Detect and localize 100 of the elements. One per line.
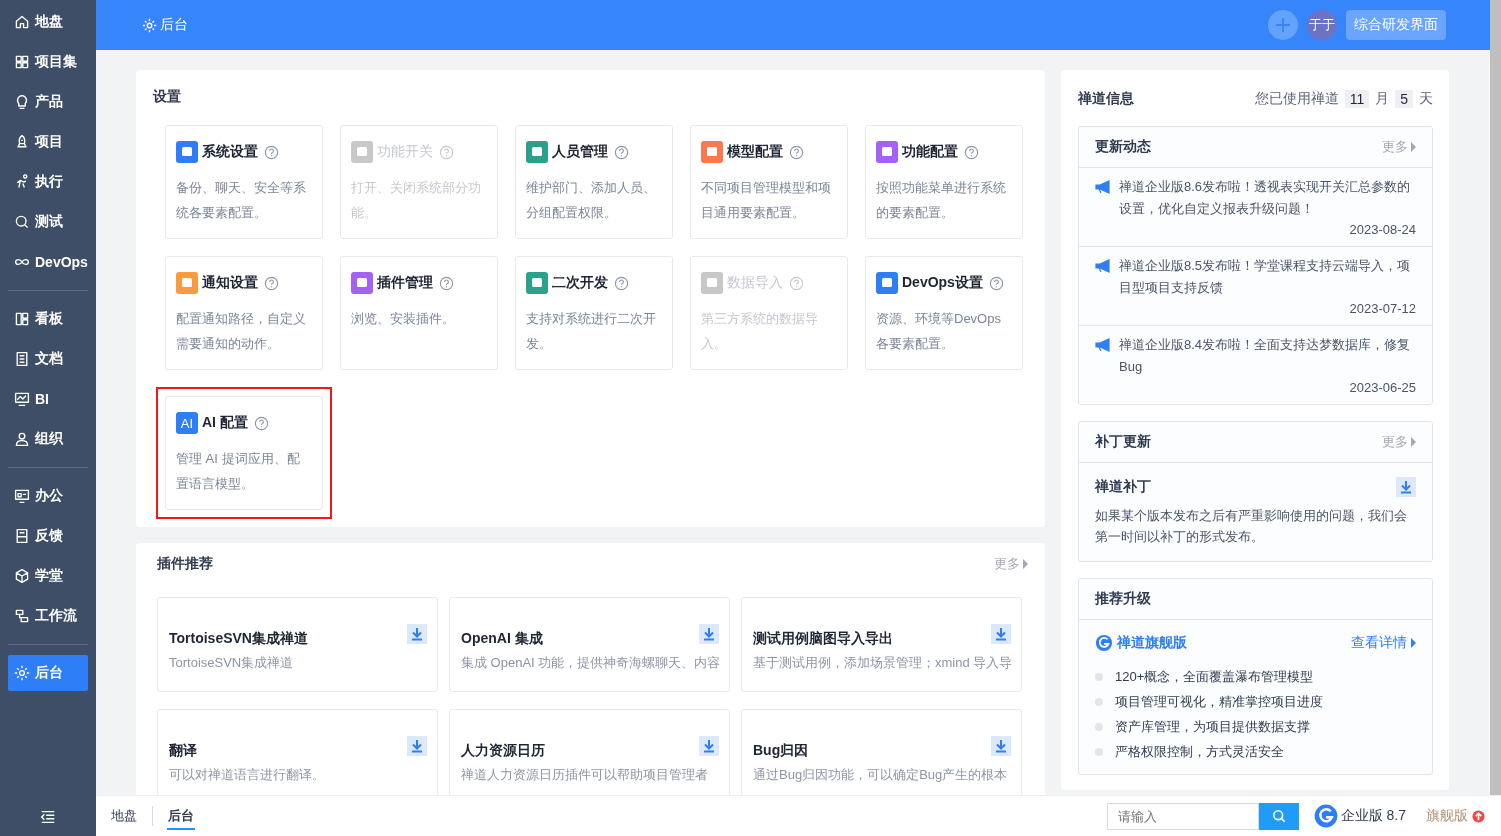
sidebar-item[interactable]: 办公	[8, 478, 88, 514]
help-icon[interactable]	[964, 144, 979, 160]
card-title: 模型配置	[727, 143, 783, 161]
plugin-card[interactable]: TortoiseSVN集成禅道 TortoiseSVN集成禅道	[157, 597, 438, 692]
card-description: 维护部门、添加人员、分组配置权限。	[526, 179, 657, 222]
search-button[interactable]	[1258, 802, 1299, 830]
plugin-title: TortoiseSVN集成禅道	[169, 629, 308, 648]
bullet-dot	[1095, 697, 1103, 706]
help-icon[interactable]	[789, 144, 804, 160]
box-title: 补丁更新	[1095, 433, 1151, 451]
card-title: 二次开发	[552, 274, 608, 292]
settings-card[interactable]: 模型配置 不同项目管理模型和项目通用要素配置。	[690, 125, 848, 239]
card-title: 数据导入	[727, 274, 783, 292]
card-description: 备份、聊天、安全等系统各要素配置。	[176, 179, 307, 222]
ai-badge-icon: AI	[176, 412, 198, 434]
sidebar-item[interactable]: 产品	[8, 84, 88, 120]
card-description: 配置通知路径，自定义需要通知的动作。	[176, 310, 307, 353]
breadcrumb-tab[interactable]: 后台	[167, 802, 195, 830]
card-title: 系统设置	[202, 143, 258, 161]
settings-card[interactable]: 插件管理 浏览、安装插件。	[340, 256, 498, 370]
help-icon[interactable]	[439, 275, 454, 291]
breadcrumb-tab[interactable]: 地盘	[110, 802, 138, 830]
card-title: DevOps设置	[902, 274, 983, 292]
nav-icon	[14, 431, 30, 447]
scrollbar[interactable]	[1490, 0, 1501, 795]
help-icon[interactable]	[264, 144, 279, 160]
box-title: 更新动态	[1095, 138, 1151, 156]
details-link[interactable]: 查看详情	[1351, 634, 1416, 652]
help-icon[interactable]	[264, 275, 279, 291]
nav-icon	[14, 665, 30, 681]
sidebar-item[interactable]: 组织	[8, 421, 88, 457]
sidebar-item[interactable]: 看板	[8, 301, 88, 337]
plugin-description: 可以对禅道语言进行翻译。	[169, 766, 326, 784]
sidebar-item[interactable]: 反馈	[8, 518, 88, 554]
settings-card[interactable]: AI AI 配置 管理 AI 提词应用、配置语言模型。	[165, 396, 323, 510]
card-description: 不同项目管理模型和项目通用要素配置。	[701, 179, 832, 222]
sidebar-item[interactable]: 测试	[8, 204, 88, 240]
sidebar-item[interactable]: 工作流	[8, 598, 88, 634]
plugin-card[interactable]: 测试用例脑图导入导出 基于测试用例，添加场景管理；xmind 导入导	[741, 597, 1022, 692]
sidebar-item[interactable]: 项目	[8, 124, 88, 160]
settings-card[interactable]: 系统设置 备份、聊天、安全等系统各要素配置。	[165, 125, 323, 239]
update-text[interactable]: 禅道企业版8.6发布啦！透视表实现开关汇总参数的设置，优化自定义报表升级问题！	[1119, 176, 1416, 220]
download-icon[interactable]	[407, 624, 427, 644]
plugin-title: Bug归因	[753, 741, 809, 760]
download-icon[interactable]	[407, 736, 427, 756]
user-avatar[interactable]: 于于	[1307, 10, 1337, 40]
usage-unit: 月	[1375, 90, 1390, 108]
search-field[interactable]: 请输入	[1106, 802, 1259, 830]
feature-text: 严格权限控制，方式灵活安全	[1115, 743, 1284, 761]
settings-icon	[142, 17, 157, 33]
download-icon[interactable]	[991, 624, 1011, 644]
sidebar-item[interactable]: BI	[8, 381, 88, 417]
download-icon[interactable]	[699, 624, 719, 644]
product-name[interactable]: 禅道旗舰版	[1117, 634, 1187, 652]
sidebar-item[interactable]: 执行	[8, 164, 88, 200]
help-icon[interactable]	[988, 275, 1004, 291]
help-icon[interactable]	[253, 415, 269, 431]
product-logo-icon	[1095, 634, 1113, 652]
card-description: 打开、关闭系统部分功能。	[351, 179, 482, 222]
megaphone-icon	[1095, 338, 1113, 352]
megaphone-icon	[1095, 180, 1113, 194]
plugin-card[interactable]: OpenAI 集成 集成 OpenAI 功能，提供神奇海螺聊天、内容	[449, 597, 730, 692]
panel-title: 禅道信息	[1078, 90, 1134, 108]
page-title[interactable]: 后台	[142, 16, 188, 34]
megaphone-icon	[1095, 259, 1113, 273]
settings-card[interactable]: 功能配置 按照功能菜单进行系统的要素配置。	[865, 125, 1023, 239]
plugin-description: 基于测试用例，添加场景管理；xmind 导入导	[753, 654, 1011, 672]
nav-icon	[14, 54, 30, 70]
collapse-menu-icon[interactable]	[39, 808, 57, 826]
sidebar-item[interactable]: 学堂	[8, 558, 88, 594]
help-icon[interactable]	[614, 275, 629, 291]
sidebar-item[interactable]: 地盘	[8, 4, 88, 40]
settings-card[interactable]: 通知设置 配置通知路径，自定义需要通知的动作。	[165, 256, 323, 370]
settings-card[interactable]: DevOps设置 资源、环境等DevOps各要素配置。	[865, 256, 1023, 370]
upgrade-arrow-icon	[1472, 809, 1485, 823]
patch-description: 如果某个版本发布之后有严重影响使用的问题，我们会第一时间以补丁的形式发布。	[1095, 507, 1408, 546]
sidebar-item[interactable]: DevOps	[8, 244, 88, 280]
download-icon[interactable]	[1396, 477, 1416, 497]
download-icon[interactable]	[699, 736, 719, 756]
plugin-description: 通过Bug归因功能，可以确定Bug产生的根本	[753, 766, 1009, 784]
search-icon	[1270, 808, 1287, 824]
sidebar-item[interactable]: 项目集	[8, 44, 88, 80]
plugin-description: 集成 OpenAI 功能，提供神奇海螺聊天、内容	[461, 654, 719, 672]
nav-icon	[14, 214, 30, 230]
update-text[interactable]: 禅道企业版8.4发布啦！全面支持达梦数据库，修复Bug	[1119, 334, 1416, 378]
update-text[interactable]: 禅道企业版8.5发布啦！学堂课程支持云端导入，项目型项目支持反馈	[1119, 255, 1416, 299]
help-icon[interactable]	[614, 144, 629, 160]
patch-title: 禅道补丁	[1095, 478, 1151, 496]
edition-label: 企业版 8.7	[1340, 807, 1406, 825]
card-title: 功能配置	[902, 143, 958, 161]
nav-icon	[14, 94, 30, 110]
box-title: 推荐升级	[1095, 590, 1151, 608]
sidebar-item[interactable]: 后台	[8, 655, 88, 691]
usage-label: 您已使用禅道	[1254, 90, 1339, 108]
settings-card[interactable]: 二次开发 支持对系统进行二次开发。	[515, 256, 673, 370]
usage-count: 5	[1395, 90, 1413, 108]
sidebar-item[interactable]: 文档	[8, 341, 88, 377]
nav-icon	[14, 351, 30, 367]
download-icon[interactable]	[991, 736, 1011, 756]
settings-card[interactable]: 人员管理 维护部门、添加人员、分组配置权限。	[515, 125, 673, 239]
